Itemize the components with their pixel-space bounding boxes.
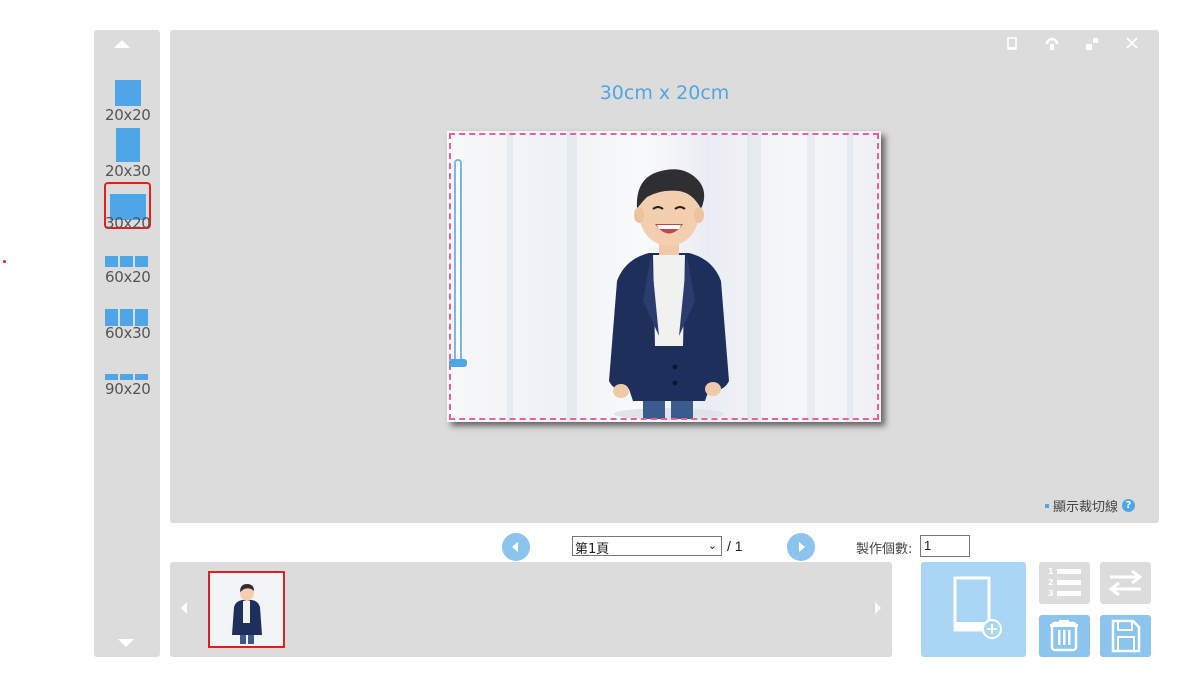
editor-root: 20x20 20x30 30x20 60x20 60x30 90x20 30cm…	[0, 0, 1200, 688]
show-cut-line-toggle[interactable]: 顯示裁切線 ?	[1044, 496, 1135, 515]
portrait-icon[interactable]	[1003, 36, 1021, 54]
strip-scroll-left-icon[interactable]	[181, 602, 187, 614]
dimension-label: 30cm x 20cm	[599, 82, 730, 104]
quantity-input[interactable]: 1	[920, 535, 970, 557]
size-panel: 20x20 20x30 30x20 60x20 60x30 90x20	[94, 30, 160, 657]
page-total: / 1	[727, 538, 743, 554]
rotate-icon[interactable]	[1043, 36, 1061, 54]
size-option-60x30[interactable]: 60x30	[104, 296, 152, 342]
checkbox-indicator[interactable]	[1044, 503, 1049, 508]
strip-scroll-right-icon[interactable]	[875, 602, 881, 614]
swap-button[interactable]	[1100, 562, 1151, 604]
scroll-down-arrow-icon[interactable]	[118, 639, 134, 647]
trash-icon	[1050, 620, 1078, 652]
size-option-label: 60x30	[105, 324, 151, 342]
next-page-button[interactable]	[787, 533, 815, 561]
size-option-label: 20x30	[105, 162, 151, 180]
help-icon[interactable]: ?	[1122, 499, 1135, 512]
prev-page-button[interactable]	[502, 533, 530, 561]
page-select-value: 第1頁	[575, 542, 610, 557]
size-option-label: 60x20	[105, 268, 151, 286]
red-dot	[3, 260, 6, 263]
page-thumbnail[interactable]	[208, 571, 285, 648]
delete-button[interactable]	[1039, 615, 1090, 657]
thumbnail-strip	[170, 562, 892, 657]
pager: 第1頁 ⌄ / 1 製作個數: 1	[0, 532, 1200, 562]
quantity-label: 製作個數:	[856, 542, 913, 557]
canvas-area: 30cm x 20cm 顯示裁切線 ?	[170, 30, 1159, 523]
numbered-list-icon: 1 2 3	[1048, 567, 1081, 598]
save-button[interactable]	[1100, 615, 1151, 657]
add-page-button[interactable]	[921, 562, 1026, 657]
expand-icon[interactable]	[1083, 36, 1101, 54]
save-disk-icon	[1111, 619, 1141, 653]
show-cut-line-label: 顯示裁切線	[1052, 500, 1118, 515]
photo-frame[interactable]	[447, 131, 881, 422]
size-option-60x20[interactable]: 60x20	[104, 240, 152, 286]
svg-text:1: 1	[1048, 567, 1054, 576]
size-option-label: 30x20	[105, 214, 151, 232]
svg-text:2: 2	[1048, 578, 1054, 587]
page-select[interactable]: 第1頁 ⌄	[572, 536, 722, 557]
chevron-down-icon: ⌄	[707, 539, 717, 552]
size-option-label: 20x20	[105, 106, 151, 124]
cut-line	[449, 133, 879, 420]
window-controls	[1003, 36, 1141, 54]
swap-arrows-icon	[1108, 569, 1143, 597]
size-option-30x20[interactable]: 30x20	[104, 182, 152, 232]
size-option-90x20[interactable]: 90x20	[104, 352, 152, 398]
size-option-20x30[interactable]: 20x30	[104, 128, 152, 180]
scroll-up-arrow-icon[interactable]	[114, 40, 130, 48]
zoom-slider-handle[interactable]	[449, 359, 467, 367]
zoom-slider-track[interactable]	[454, 159, 462, 365]
size-option-label: 90x20	[105, 380, 151, 398]
page-order-button[interactable]: 1 2 3	[1039, 562, 1090, 604]
size-option-20x20[interactable]: 20x20	[104, 78, 152, 124]
close-icon[interactable]	[1123, 36, 1141, 54]
svg-text:3: 3	[1048, 589, 1054, 598]
